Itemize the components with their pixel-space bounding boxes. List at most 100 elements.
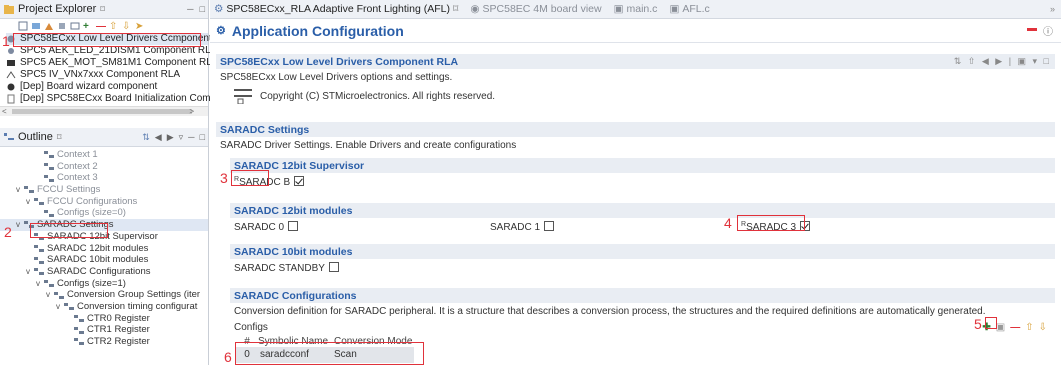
collapse-all-icon[interactable]	[18, 21, 28, 31]
configurations-header[interactable]: SARADC Configurations	[230, 288, 1055, 303]
outline-item-label: Conversion timing configurat	[77, 300, 198, 312]
saradc-b-checkbox[interactable]	[294, 176, 305, 186]
scroll-left-icon[interactable]: <	[2, 107, 7, 116]
outline-item[interactable]: Configs (size=0)	[0, 207, 208, 219]
outline-item[interactable]: Context 1	[0, 149, 208, 161]
outline-title-bar[interactable]: Outline ⌑ ⇅ ◀ ▶ ▿ ─ □	[0, 128, 208, 147]
chevron-down-icon[interactable]: v	[26, 266, 34, 278]
outline-item[interactable]: CTR0 Register	[0, 313, 208, 325]
scrollbar-thumb[interactable]	[12, 109, 192, 114]
chevron-down-icon[interactable]: v	[26, 196, 34, 208]
chevron-down-icon[interactable]: v	[36, 278, 44, 290]
outline-item[interactable]: v SARADC Configurations	[0, 266, 208, 278]
outline-item[interactable]: CTR2 Register	[0, 336, 208, 348]
outline-item-label: Conversion Group Settings (iter	[67, 289, 201, 301]
action-icon[interactable]: ➤	[135, 21, 145, 32]
link-editor-icon[interactable]	[31, 21, 41, 31]
saradc-standby-checkbox[interactable]	[328, 262, 339, 272]
project-item[interactable]: [Dep] Board wizard component	[6, 81, 208, 93]
tab-afl-c[interactable]: ▣ AFL.c	[669, 3, 709, 15]
toggle-icon[interactable]: ▬	[1027, 23, 1037, 38]
filter-icon[interactable]	[44, 21, 54, 31]
move-up-icon[interactable]: ⇧	[1025, 322, 1033, 333]
add-icon[interactable]: +	[83, 21, 93, 32]
maximize-icon[interactable]: □	[200, 132, 205, 143]
saradc-0-item[interactable]: SARADC 0	[234, 221, 299, 233]
outline-item[interactable]: SARADC 12bit modules	[0, 243, 208, 255]
saradc-1-checkbox[interactable]	[544, 221, 555, 231]
outline-item[interactable]: v FCCU Settings	[0, 184, 208, 196]
outline-item[interactable]: v Configs (size=1)	[0, 278, 208, 290]
left-panel: Project Explorer ⌑ ─ □ + — ⇧ ⇩ ➤ SPC58ECx…	[0, 0, 232, 365]
up-icon[interactable]: ⇧	[109, 21, 119, 32]
project-item[interactable]: SPC5 AEK_MOT_SM81M1 Component RLA	[6, 57, 218, 69]
chevron-down-icon[interactable]: v	[46, 289, 54, 301]
saradc-1-item[interactable]: SARADC 1	[490, 221, 555, 233]
chevron-down-icon[interactable]: v	[16, 219, 24, 231]
board-icon: ◉	[470, 3, 480, 15]
outline-item[interactable]: SARADC 10bit modules	[0, 254, 208, 266]
down-icon[interactable]: ⇩	[122, 21, 132, 32]
outline-title: Outline	[18, 131, 53, 143]
remove-icon[interactable]: —	[96, 21, 106, 32]
outline-item-label: FCCU Settings	[37, 184, 101, 196]
modules12-header[interactable]: SARADC 12bit modules	[230, 203, 1055, 218]
outline-item[interactable]: Context 2	[0, 161, 208, 173]
focus-icon[interactable]	[57, 21, 67, 31]
outline-item[interactable]: v Conversion timing configurat	[0, 301, 208, 313]
chevron-down-icon[interactable]: v	[56, 301, 64, 313]
close-icon[interactable]: ⌑	[453, 3, 458, 15]
close-icon[interactable]: ⌑	[57, 132, 62, 143]
project-explorer-title-bar[interactable]: Project Explorer ⌑ ─ □	[0, 0, 208, 19]
tree-node-icon	[44, 162, 55, 171]
help-icon[interactable]: ⓘ	[1043, 23, 1053, 38]
horizontal-scrollbar[interactable]: < >	[0, 106, 208, 116]
tab-board-view[interactable]: ◉ SPC58EC 4M board view	[470, 3, 601, 15]
move-down-icon[interactable]: ⇩	[1039, 322, 1047, 333]
saradc-settings-header[interactable]: SARADC Settings	[216, 122, 1055, 137]
remove-config-icon[interactable]: —	[1010, 322, 1020, 333]
project-item[interactable]: [Dep] SPC58ECxx Board Initialization Com…	[6, 93, 226, 105]
section-toolbar-icons[interactable]: ⇅ ⇧ ◀ ▶ | ▣ ▾ □	[954, 56, 1051, 67]
tree-node-icon	[44, 279, 55, 288]
configs-label: Configs	[234, 322, 268, 333]
maximize-icon[interactable]: □	[200, 4, 205, 14]
tab-main-c[interactable]: ▣ main.c	[614, 3, 658, 15]
close-icon[interactable]: ⌑	[100, 4, 105, 15]
sort-icon[interactable]: ⇅	[142, 132, 150, 143]
project-explorer-title: Project Explorer	[18, 3, 97, 15]
annotation-3-box	[231, 170, 269, 186]
menu-icon[interactable]	[70, 21, 80, 31]
outline-item[interactable]: Context 3	[0, 172, 208, 184]
supervisor-item[interactable]: RSARADC B	[230, 173, 1055, 188]
copy-config-icon[interactable]: ▣	[996, 322, 1005, 333]
minimize-icon[interactable]: ─	[188, 132, 194, 143]
scroll-right-icon[interactable]: >	[189, 107, 194, 116]
outline-item[interactable]: v FCCU Configurations	[0, 196, 208, 208]
modules10-section: SARADC 10bit modules SARADC STANDBY	[230, 244, 1055, 274]
forward-icon[interactable]: ▶	[167, 132, 174, 143]
modules10-header[interactable]: SARADC 10bit modules	[230, 244, 1055, 259]
annotation-1: 1	[2, 33, 10, 49]
minimize-icon[interactable]: ─	[187, 4, 193, 14]
outline-item-label: CTR1 Register	[87, 324, 150, 336]
c-file-icon: ▣	[613, 3, 624, 15]
chevron-down-icon[interactable]: v	[16, 184, 24, 196]
outline-panel: Outline ⌑ ⇅ ◀ ▶ ▿ ─ □	[0, 128, 208, 147]
view-menu-icon[interactable]: ▿	[179, 132, 184, 143]
tab-afl-config[interactable]: ⚙ SPC58ECxx_RLA Adaptive Front Lighting …	[214, 3, 458, 15]
tree-node-icon	[44, 174, 55, 183]
component-section-header[interactable]: SPC58ECxx Low Level Drivers Component RL…	[216, 54, 1055, 69]
tree-node-icon	[24, 185, 35, 194]
saradc-0-checkbox[interactable]	[288, 221, 299, 231]
saradc-standby-item[interactable]: SARADC STANDBY	[230, 259, 1055, 274]
more-tabs-icon[interactable]: »	[1050, 4, 1055, 14]
back-icon[interactable]: ◀	[155, 132, 162, 143]
outline-item[interactable]: v Conversion Group Settings (iter	[0, 289, 208, 301]
annotation-5-box	[985, 317, 997, 329]
tree-node-icon	[44, 150, 55, 159]
supervisor-header[interactable]: SARADC 12bit Supervisor	[230, 158, 1055, 173]
outline-item[interactable]: CTR1 Register	[0, 324, 208, 336]
project-item[interactable]: SPC5 IV_VNx7xxx Component RLA	[6, 69, 208, 81]
configurations-description: Conversion definition for SARADC periphe…	[234, 306, 986, 317]
